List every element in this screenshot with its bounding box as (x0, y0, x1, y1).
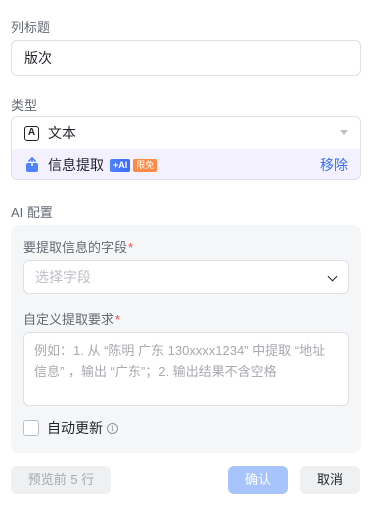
text-type-icon: A (24, 125, 39, 141)
remove-link[interactable]: 移除 (320, 149, 348, 179)
free-badge: 限免 (133, 158, 158, 172)
cancel-button[interactable]: 取消 (300, 466, 360, 494)
confirm-button[interactable]: 确认 (228, 466, 288, 494)
column-title-input[interactable]: 版次 (11, 40, 361, 76)
auto-update-label[interactable]: 自动更新 (47, 420, 103, 436)
type-option-text-label: 文本 (48, 125, 76, 141)
ai-badge: +AI (110, 158, 131, 172)
ai-config-panel: 要提取信息的字段* 选择字段 自定义提取要求* 例如：1. 从 “陈明 广东 1… (11, 225, 361, 453)
ai-config-label: AI 配置 (11, 205, 53, 220)
field-select-placeholder: 选择字段 (35, 269, 91, 285)
ai-field-label: 信息提取 (48, 157, 104, 173)
required-mark: * (128, 240, 134, 255)
custom-requirement-label: 自定义提取要求* (23, 312, 121, 327)
ai-field-row: 信息提取 +AI 限免 移除 (12, 149, 360, 179)
info-icon[interactable]: i (107, 423, 118, 434)
type-option-text[interactable]: A 文本 (12, 117, 360, 149)
preview-button[interactable]: 预览前 5 行 (11, 466, 111, 494)
caret-down-icon[interactable] (340, 130, 348, 135)
type-select: A 文本 信息提取 +AI 限免 移除 (11, 116, 361, 180)
required-mark: * (115, 312, 121, 327)
field-select[interactable]: 选择字段 (23, 260, 349, 294)
field-to-extract-label: 要提取信息的字段* (23, 240, 134, 255)
type-label: 类型 (11, 98, 38, 113)
auto-update-checkbox[interactable] (23, 420, 39, 436)
chevron-down-icon (327, 271, 338, 282)
info-extract-icon (24, 157, 40, 173)
custom-requirement-textarea[interactable]: 例如：1. 从 “陈明 广东 130xxxx1234” 中提取 “地址信息” ，… (23, 332, 349, 406)
column-title-label: 列标题 (11, 20, 51, 35)
